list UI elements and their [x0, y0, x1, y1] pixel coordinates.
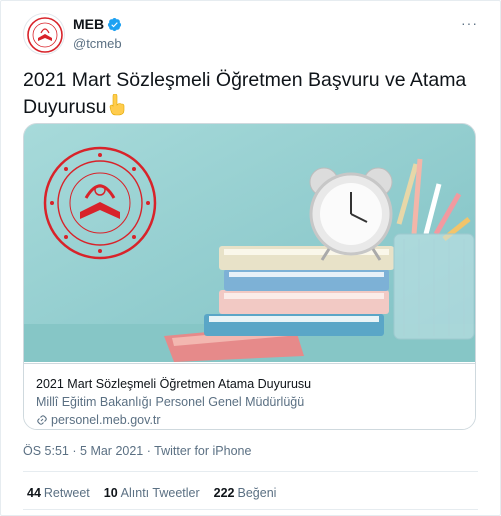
meta-separator: · — [72, 444, 77, 458]
author-handle[interactable]: @tcmeb — [73, 36, 122, 51]
card-body[interactable]: 2021 Mart Sözleşmeli Öğretmen Atama Duyu… — [24, 363, 475, 429]
link-icon — [37, 415, 47, 425]
meta-separator: · — [146, 444, 151, 458]
verified-badge-icon — [108, 17, 122, 31]
card-illustration — [24, 124, 475, 362]
likes-stat[interactable]: 222 Beğeni — [214, 486, 277, 500]
quotes-stat[interactable]: 10 Alıntı Tweetler — [104, 486, 200, 500]
avatar[interactable] — [23, 13, 65, 55]
card-image[interactable] — [24, 124, 475, 362]
card-url: personel.meb.gov.tr — [51, 413, 161, 427]
pointing-down-emoji — [106, 93, 126, 124]
likes-count: 222 — [213, 486, 235, 500]
retweets-stat[interactable]: 44 Retweet — [27, 486, 90, 500]
books-stack — [204, 246, 394, 336]
quotes-count: 10 — [103, 486, 118, 500]
tweet-meta: ÖS 5:51 · 5 Mar 2021 · Twitter for iPhon… — [23, 444, 251, 458]
tweet-source[interactable]: Twitter for iPhone — [154, 444, 251, 458]
author-name[interactable]: MEB — [73, 16, 104, 32]
retweets-label: Retweet — [43, 486, 90, 500]
tweet-stats: 44 Retweet 10 Alıntı Tweetler 222 Beğeni — [27, 486, 276, 500]
tweet-container: MEB @tcmeb ··· 2021 Mart Sözleşmeli Öğre… — [0, 0, 501, 516]
tweet-time[interactable]: ÖS 5:51 — [23, 444, 69, 458]
author-name-row: MEB — [73, 16, 122, 32]
card-title: 2021 Mart Sözleşmeli Öğretmen Atama Duyu… — [36, 377, 312, 391]
meb-logo-avatar — [27, 17, 63, 53]
more-dots-icon[interactable]: ··· — [461, 15, 478, 31]
quotes-label: Alıntı Tweetler — [120, 486, 200, 500]
divider — [23, 509, 478, 510]
divider — [23, 471, 478, 472]
tweet-text-content: 2021 Mart Sözleşmeli Öğretmen Başvuru ve… — [23, 69, 467, 118]
card-description: Millî Eğitim Bakanlığı Personel Genel Mü… — [36, 395, 305, 409]
tweet-text: 2021 Mart Sözleşmeli Öğretmen Başvuru ve… — [23, 67, 473, 124]
likes-label: Beğeni — [237, 486, 277, 500]
retweets-count: 44 — [27, 486, 41, 500]
link-card[interactable]: 2021 Mart Sözleşmeli Öğretmen Atama Duyu… — [23, 123, 476, 430]
card-url-row: personel.meb.gov.tr — [36, 411, 463, 429]
tweet-date[interactable]: 5 Mar 2021 — [80, 444, 143, 458]
